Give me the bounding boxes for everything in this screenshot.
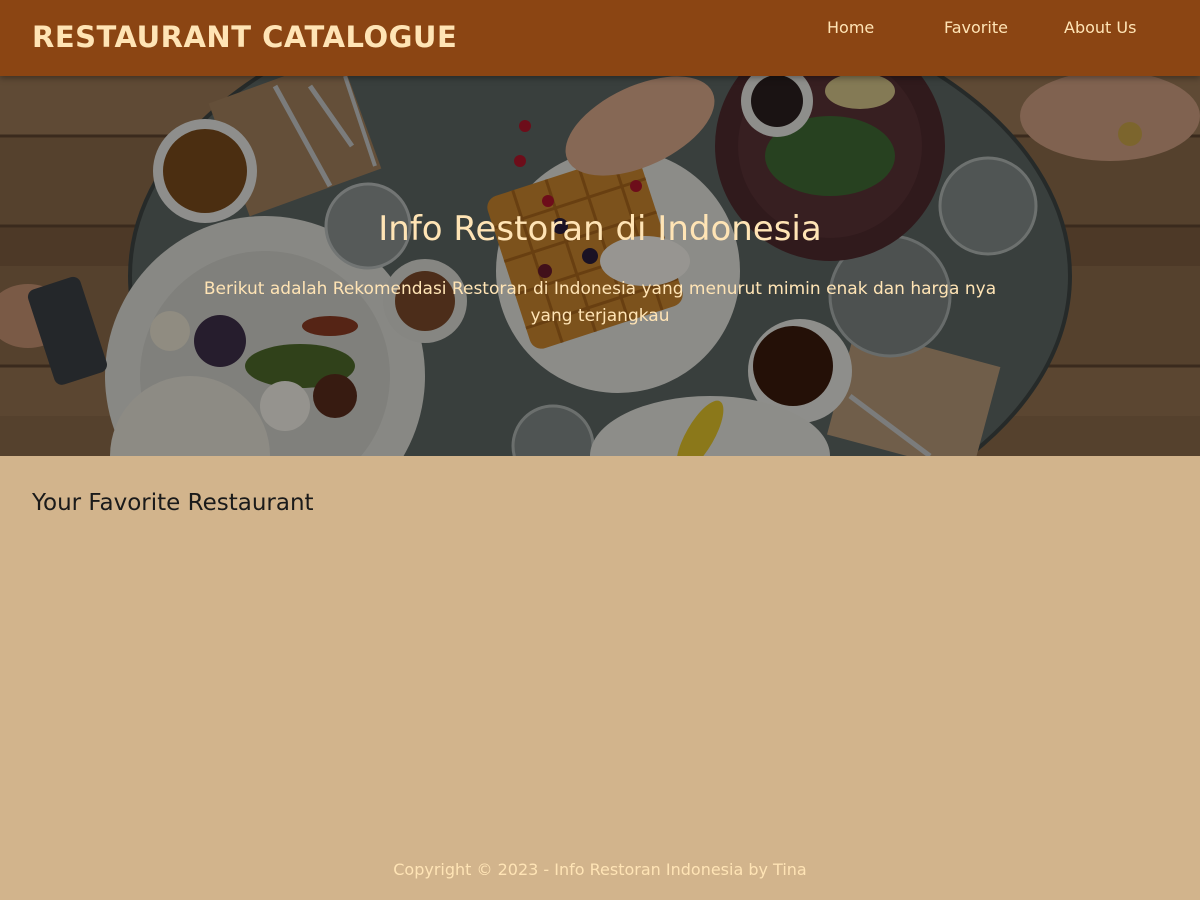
hero-overlay [0,76,1200,456]
section-title: Your Favorite Restaurant [32,490,314,516]
main-nav: Home Favorite About Us [0,18,1200,42]
app-bar: RESTAURANT CATALOGUE Home Favorite About… [0,0,1200,76]
hero-subtitle: Berikut adalah Rekomendasi Restoran di I… [203,279,997,326]
footer-copyright: Copyright © 2023 - Info Restoran Indones… [393,860,807,879]
hero-banner: Info Restoran di Indonesia Berikut adala… [0,76,1200,456]
hero-title: Info Restoran di Indonesia [378,209,822,249]
nav-favorite-link[interactable]: Favorite [944,18,1008,37]
nav-home-link[interactable]: Home [827,18,874,37]
favorite-restaurant-list [32,540,1168,820]
nav-about-link[interactable]: About Us [1064,18,1136,37]
